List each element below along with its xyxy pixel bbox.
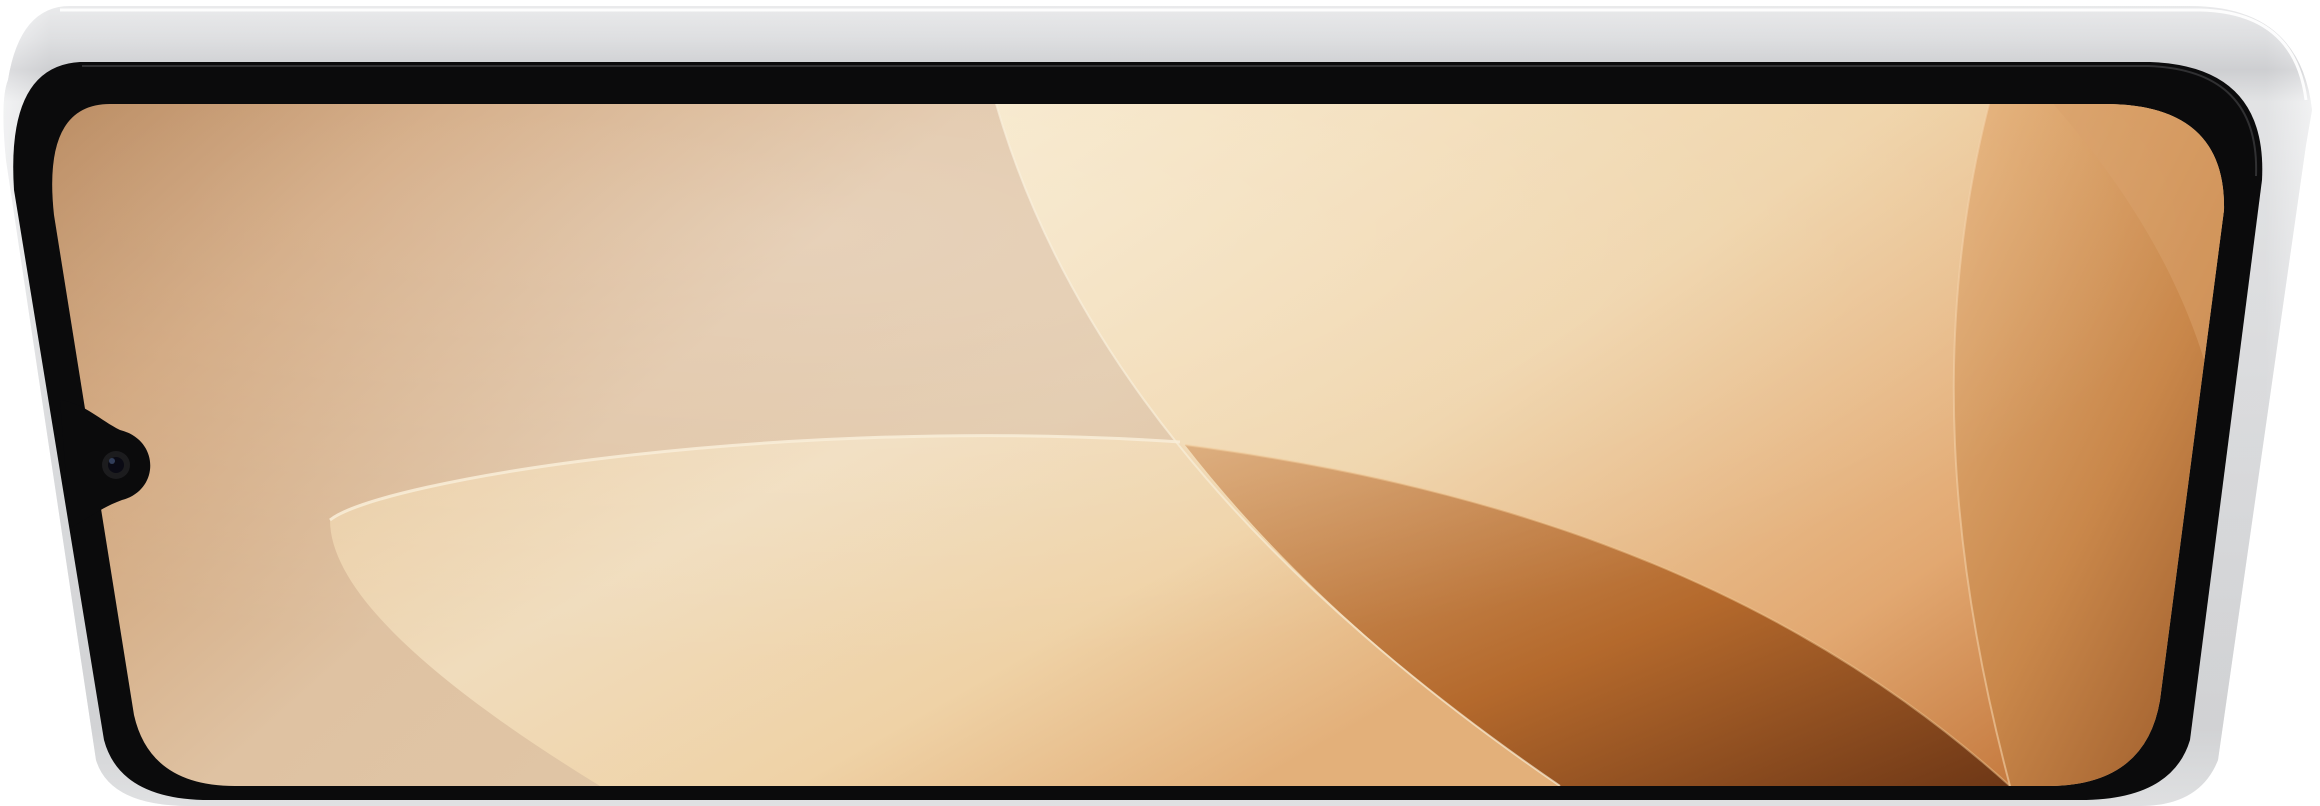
- front-camera-icon: [102, 451, 130, 479]
- phone-illustration: [3, 6, 2313, 806]
- phone-scene: [0, 0, 2320, 806]
- wallpaper: [52, 104, 2225, 786]
